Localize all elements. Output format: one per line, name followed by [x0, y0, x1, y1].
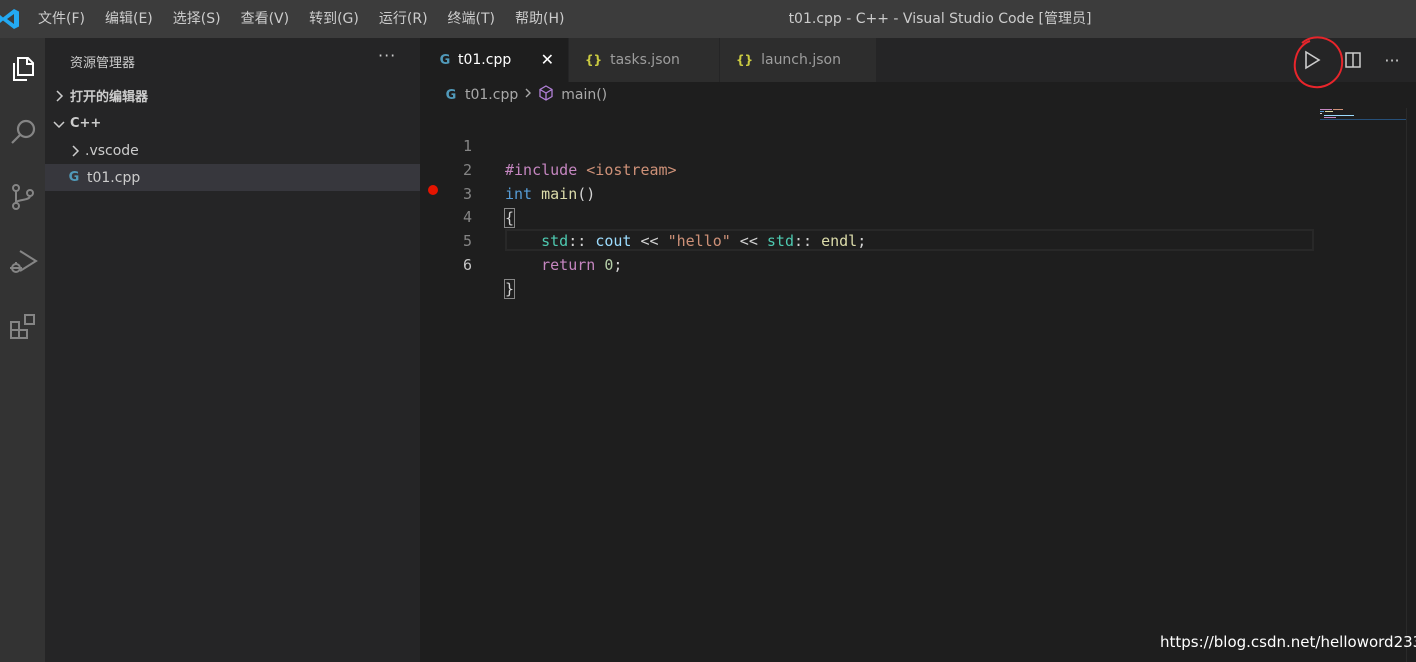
- line-code: }: [503, 277, 516, 301]
- menu-view[interactable]: 查看(V): [231, 0, 300, 38]
- tree-item-label: .vscode: [85, 142, 139, 159]
- tab-tasks-json[interactable]: {} tasks.json: [569, 38, 719, 82]
- search-icon[interactable]: [0, 108, 45, 158]
- code-token: }: [503, 279, 516, 299]
- tab-bar: G t01.cpp ✕ {} tasks.json {} launch.json…: [420, 38, 1416, 82]
- section-open-editors-label: 打开的编辑器: [70, 90, 149, 105]
- chevron-right-icon: [67, 143, 83, 159]
- section-open-editors[interactable]: 打开的编辑器: [45, 82, 420, 109]
- line-number: 6: [462, 256, 472, 274]
- cpp-file-icon: G: [68, 170, 80, 185]
- menu-help[interactable]: 帮助(H): [505, 0, 574, 38]
- menu-run[interactable]: 运行(R): [369, 0, 438, 38]
- breadcrumb-symbol[interactable]: main(): [561, 87, 607, 103]
- annotation-circle: [1293, 36, 1344, 89]
- line-code: return 0;: [505, 253, 622, 277]
- breadcrumb-file[interactable]: t01.cpp: [465, 87, 518, 103]
- tab-launch-json[interactable]: {} launch.json: [720, 38, 876, 82]
- sidebar-more-button[interactable]: ···: [378, 46, 396, 65]
- section-workspace[interactable]: C++: [45, 110, 420, 137]
- title-bar: 文件(F) 编辑(E) 选择(S) 查看(V) 转到(G) 运行(R) 终端(T…: [0, 0, 1416, 38]
- chevron-down-icon: [51, 116, 67, 132]
- code-token: ;: [613, 256, 623, 274]
- source-control-icon[interactable]: [0, 172, 45, 222]
- watermark-text: https://blog.csdn.net/helloword233: [1160, 633, 1416, 651]
- menu-selection[interactable]: 选择(S): [163, 0, 231, 38]
- tab-t01-cpp[interactable]: G t01.cpp ✕: [420, 38, 568, 82]
- code-line: 2 int main(): [420, 134, 1314, 203]
- json-file-icon: {}: [585, 53, 603, 67]
- menu-terminal[interactable]: 终端(T): [438, 0, 505, 38]
- extensions-icon[interactable]: [0, 302, 45, 352]
- minimap[interactable]: [1318, 108, 1406, 662]
- run-debug-icon[interactable]: [0, 236, 45, 286]
- window-title: t01.cpp - C++ - Visual Studio Code [管理员]: [788, 11, 1092, 27]
- explorer-sidebar: 资源管理器 ··· 打开的编辑器 C++ .vscode G t01.cpp: [45, 38, 420, 662]
- editor-group: G t01.cpp ✕ {} tasks.json {} launch.json…: [420, 38, 1416, 662]
- code-line: 1 #include <iostream>: [420, 110, 1314, 179]
- tab-label: tasks.json: [610, 52, 680, 68]
- more-actions-button[interactable]: ···: [1380, 48, 1404, 72]
- code-line: 3 {: [420, 158, 1314, 228]
- menu-bar: 文件(F) 编辑(E) 选择(S) 查看(V) 转到(G) 运行(R) 终端(T…: [28, 0, 574, 38]
- breadcrumb: G t01.cpp main(): [420, 82, 1416, 108]
- section-workspace-label: C++: [70, 116, 102, 131]
- tree-item-label: t01.cpp: [87, 169, 141, 186]
- vscode-logo-icon: [0, 9, 19, 29]
- close-icon[interactable]: ✕: [541, 50, 554, 69]
- code-line: 5 return 0;: [420, 205, 1314, 274]
- cpp-file-icon: G: [445, 87, 457, 103]
- tree-item-vscode-folder[interactable]: .vscode: [45, 137, 420, 164]
- menu-file[interactable]: 文件(F): [28, 0, 95, 38]
- menu-go[interactable]: 转到(G): [299, 0, 369, 38]
- tab-label: t01.cpp: [458, 52, 512, 68]
- sidebar-title: 资源管理器: [70, 56, 136, 71]
- json-file-icon: {}: [736, 53, 754, 67]
- chevron-right-icon: [522, 87, 534, 103]
- editor-scrollbar[interactable]: [1406, 108, 1416, 662]
- tree-item-t01-cpp[interactable]: G t01.cpp: [45, 164, 420, 191]
- chevron-right-icon: [51, 88, 67, 104]
- explorer-icon[interactable]: [0, 44, 45, 94]
- function-symbol-icon: [538, 85, 554, 105]
- menu-edit[interactable]: 编辑(E): [95, 0, 163, 38]
- code-editor[interactable]: 1 #include <iostream> 2 int main() 3 { 4…: [420, 108, 1314, 662]
- sidebar-header: 资源管理器 ···: [45, 38, 420, 82]
- cpp-file-icon: G: [439, 52, 451, 68]
- activity-bar: [0, 38, 45, 662]
- tab-label: launch.json: [761, 52, 841, 68]
- minimap-preview: [1320, 109, 1406, 120]
- code-line: 6 }: [420, 229, 1314, 299]
- code-token: return: [541, 256, 596, 274]
- code-line: 4 std:: cout << "hello" << std:: endl;: [420, 181, 1314, 250]
